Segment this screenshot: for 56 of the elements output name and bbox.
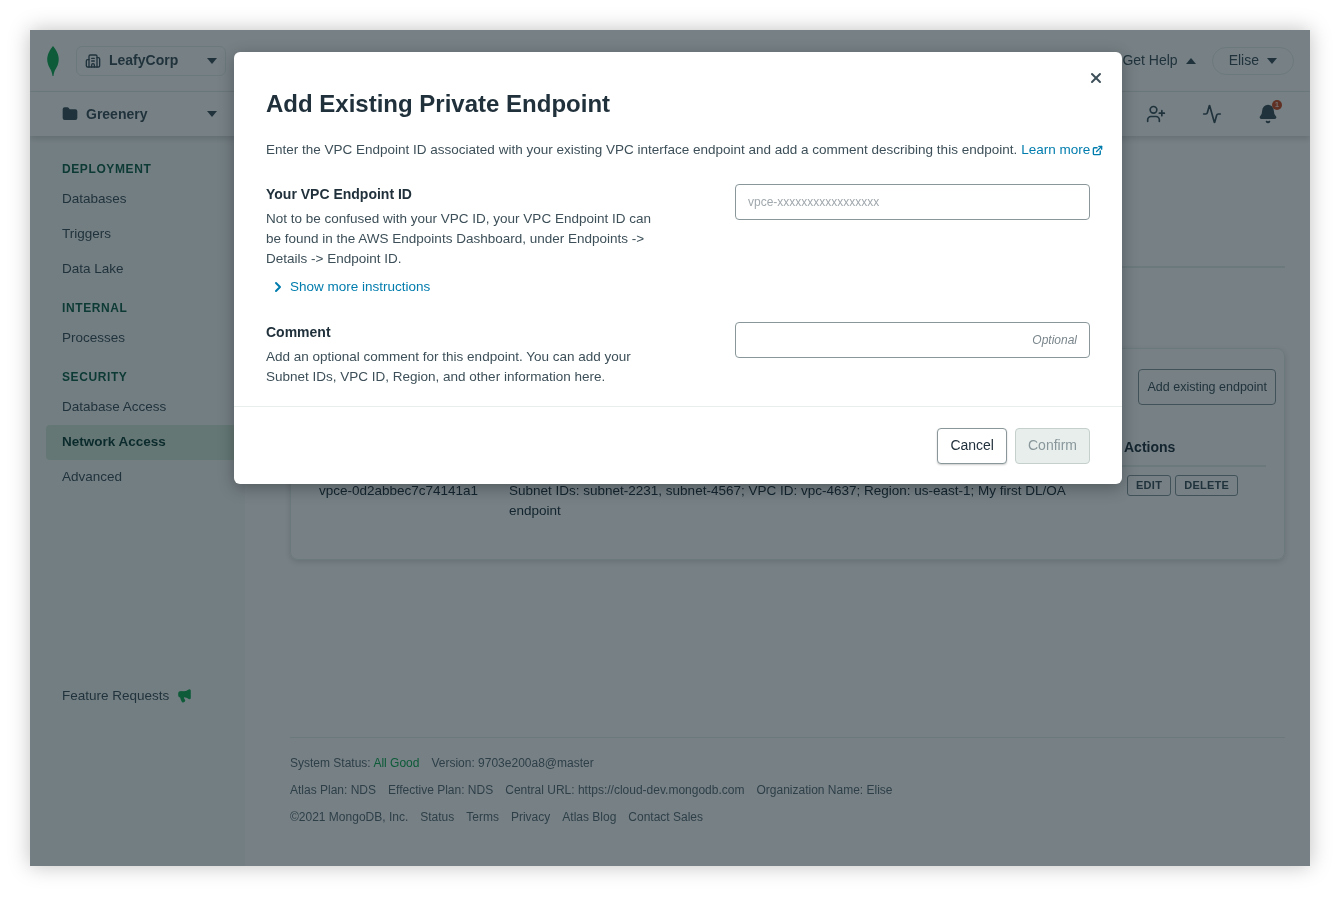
learn-more-link[interactable]: Learn more bbox=[1021, 140, 1104, 161]
footer-link[interactable]: Atlas Blog bbox=[562, 808, 617, 826]
caret-icon bbox=[207, 111, 217, 117]
organization-selector[interactable]: LeafyCorp bbox=[76, 45, 226, 76]
endpoint-id-field[interactable]: vpce-xxxxxxxxxxxxxxxxx bbox=[735, 184, 1090, 221]
footer-info-text: Central URL: https://cloud-dev.mongodb.com bbox=[505, 782, 745, 799]
activity-icon[interactable] bbox=[1202, 104, 1222, 124]
sidebar-item[interactable]: Processes bbox=[46, 321, 245, 356]
table-cell-text: vpce-0d2abbec7c74141a1 bbox=[319, 482, 480, 500]
row-action-button[interactable]: EDIT bbox=[1127, 475, 1172, 496]
field-label: Your VPC Endpoint ID bbox=[266, 185, 413, 205]
sidebar-item[interactable]: Database Access bbox=[46, 390, 245, 425]
add-endpoint-button[interactable]: Add existing endpoint bbox=[1138, 369, 1276, 405]
help-menu[interactable]: Get Help bbox=[1122, 50, 1196, 71]
dialog-description: Enter the VPC Endpoint ID associated with your existing VPC interface endpoint and add a comment describing this endpoint. bbox=[266, 141, 1018, 159]
footer-info-text: Effective Plan: NDS bbox=[388, 782, 494, 799]
add-user-icon[interactable] bbox=[1146, 104, 1166, 124]
comment-field[interactable]: Optional bbox=[735, 321, 1090, 358]
dialog-title: Add Existing Private Endpoint bbox=[266, 89, 612, 119]
section-heading: SECURITY bbox=[61, 369, 129, 386]
footer-link[interactable]: Contact Sales bbox=[628, 808, 704, 826]
footer-info-text: Atlas Plan: NDS bbox=[290, 782, 377, 799]
system-status-text: System Status: All Good bbox=[290, 755, 420, 772]
field-help: Add an optional comment for this endpoint. You can add your Subnet IDs, VPC ID, Region, and other information here. bbox=[266, 347, 632, 386]
footer-link[interactable]: Terms bbox=[466, 808, 499, 826]
project-selector[interactable]: Greenery bbox=[62, 103, 217, 125]
cancel-button[interactable]: Cancel bbox=[937, 427, 1007, 464]
field-label: Comment bbox=[266, 322, 332, 342]
field-help: Not to be confused with your VPC ID, your VPC Endpoint ID can be found in the AWS Endpoints Dashboard, under Endpoints -> Details -> Endpoint ID. bbox=[266, 210, 652, 269]
section-heading: DEPLOYMENT bbox=[61, 161, 153, 178]
sidebar-item[interactable]: Advanced bbox=[46, 460, 245, 495]
show-more-link[interactable]: Show more instructions bbox=[270, 277, 431, 298]
footer-info-text: Organization Name: Elise bbox=[756, 782, 893, 799]
sidebar-item[interactable]: Data Lake bbox=[46, 252, 245, 287]
version-text: Version: 9703e200a8@master bbox=[431, 755, 594, 772]
footer-link[interactable]: Status bbox=[420, 808, 455, 826]
column-header: Actions bbox=[1124, 437, 1176, 457]
sidebar-item[interactable]: Databases bbox=[46, 182, 245, 217]
section-heading: INTERNAL bbox=[61, 300, 129, 317]
caret-icon bbox=[1185, 57, 1196, 64]
caret-icon bbox=[1267, 57, 1277, 64]
leaf-logo-icon bbox=[46, 45, 60, 76]
folder-icon bbox=[62, 106, 78, 122]
copyright-text: ©2021 MongoDB, Inc. bbox=[290, 809, 409, 826]
building-icon bbox=[85, 52, 101, 69]
feature-requests-link[interactable]: Feature Requests bbox=[62, 685, 170, 706]
megaphone-icon bbox=[177, 688, 193, 704]
external-link-icon bbox=[1092, 144, 1104, 156]
notification-bell-icon[interactable] bbox=[1258, 104, 1278, 124]
table-cell-text: Subnet IDs: subnet-2231, subnet-4567; VPC ID: vpc-4637; Region: us-east-1; My first DL/OA endpoint bbox=[509, 482, 1067, 520]
caret-icon bbox=[207, 57, 217, 64]
sidebar-item[interactable]: Triggers bbox=[46, 217, 245, 252]
notification-badge: 1 bbox=[1272, 100, 1282, 110]
row-action-button[interactable]: DELETE bbox=[1175, 475, 1239, 496]
close-icon[interactable] bbox=[1088, 70, 1104, 86]
footer-link[interactable]: Privacy bbox=[510, 808, 551, 826]
